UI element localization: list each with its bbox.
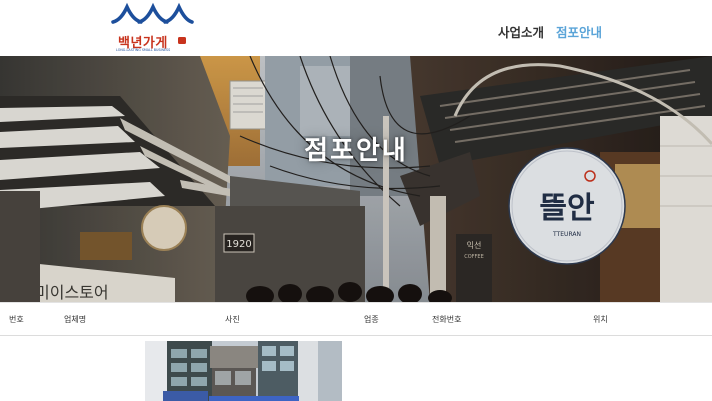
table-row[interactable] — [0, 334, 712, 401]
hero-alley-photo: 1920 미이스토어 익선 COFFEE 뜰안 TTEURAN — [0, 56, 712, 302]
column-category: 업종 — [364, 315, 379, 324]
hero-banner: 1920 미이스토어 익선 COFFEE 뜰안 TTEURAN 점포안내 — [0, 56, 712, 302]
logo-badge-icon — [178, 37, 186, 44]
column-location: 위치 — [593, 315, 608, 324]
column-number: 번호 — [9, 315, 24, 324]
store-photo-thumbnail[interactable] — [145, 341, 342, 401]
nav-item-store-guide[interactable]: 점포안내 — [556, 22, 602, 41]
logo-tagline: LONG-LASTING SMALL BUSINESS — [116, 48, 171, 52]
nav-item-business-intro[interactable]: 사업소개 — [498, 22, 544, 41]
column-phone: 전화번호 — [432, 315, 462, 324]
column-photo: 사진 — [225, 315, 240, 324]
site-header: 백년가게 LONG-LASTING SMALL BUSINESS 사업소개 점포… — [0, 0, 712, 56]
site-logo[interactable]: 백년가게 LONG-LASTING SMALL BUSINESS — [110, 2, 194, 54]
column-company: 업체명 — [64, 315, 87, 324]
store-table-header: 번호 업체명 사진 업종 전화번호 위치 — [0, 302, 712, 336]
hero-title: 점포안내 — [304, 136, 408, 166]
store-photo-image — [145, 341, 342, 401]
main-nav: 사업소개 점포안내 — [498, 22, 602, 41]
